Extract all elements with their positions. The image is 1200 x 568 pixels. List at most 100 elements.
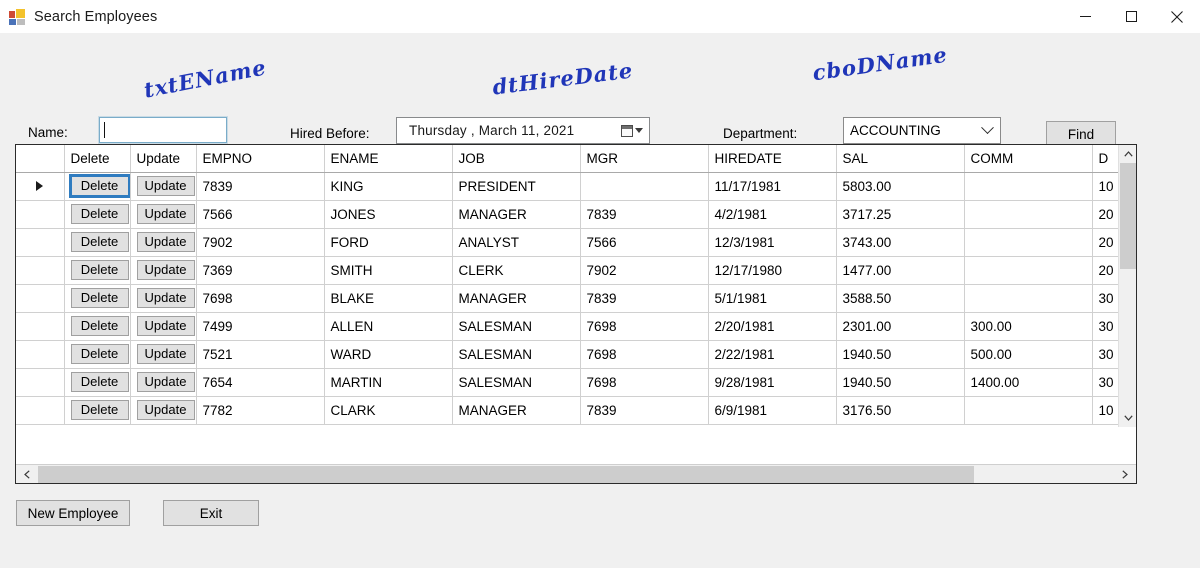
cell-hiredate[interactable]: 2/20/1981: [708, 312, 837, 341]
cell-empno[interactable]: 7698: [196, 284, 325, 313]
delete-row-button[interactable]: Delete: [70, 204, 129, 224]
update-row-button[interactable]: Update: [136, 372, 195, 392]
cell-hiredate[interactable]: 5/1/1981: [708, 284, 837, 313]
cell-sal[interactable]: 1477.00: [836, 256, 965, 285]
row-header-cell[interactable]: [16, 172, 65, 201]
cell-mgr[interactable]: 7698: [580, 312, 709, 341]
update-row-button[interactable]: Update: [136, 400, 195, 420]
hire-date-picker[interactable]: Thursday , March 11, 2021: [396, 117, 650, 144]
cell-sal[interactable]: 3588.50: [836, 284, 965, 313]
cell-delete[interactable]: Delete: [64, 284, 131, 313]
cell-ename[interactable]: JONES: [324, 200, 453, 229]
cell-hiredate[interactable]: 4/2/1981: [708, 200, 837, 229]
cell-comm[interactable]: 300.00: [964, 312, 1093, 341]
column-header-ename[interactable]: ENAME: [324, 145, 453, 173]
cell-sal[interactable]: 1940.50: [836, 368, 965, 397]
cell-ename[interactable]: ALLEN: [324, 312, 453, 341]
cell-delete[interactable]: Delete: [64, 340, 131, 369]
cell-hiredate[interactable]: 2/22/1981: [708, 340, 837, 369]
row-header-cell[interactable]: [16, 228, 65, 257]
cell-ename[interactable]: CLARK: [324, 396, 453, 425]
row-header-cell[interactable]: [16, 396, 65, 425]
cell-delete[interactable]: Delete: [64, 172, 131, 201]
cell-hiredate[interactable]: 12/17/1980: [708, 256, 837, 285]
column-header-delete[interactable]: Delete: [64, 145, 131, 173]
vertical-scroll-track[interactable]: [1119, 163, 1136, 409]
table-row[interactable]: Delete Update 7521 WARD SALESMAN 7698 2/22/198…: [16, 340, 1136, 369]
row-header-cell[interactable]: [16, 200, 65, 229]
delete-row-button[interactable]: Delete: [70, 316, 129, 336]
cell-delete[interactable]: Delete: [64, 228, 131, 257]
cell-hiredate[interactable]: 6/9/1981: [708, 396, 837, 425]
cell-update[interactable]: Update: [130, 396, 197, 425]
cell-job[interactable]: SALESMAN: [452, 368, 581, 397]
calendar-dropdown-button[interactable]: [615, 118, 649, 143]
cell-job[interactable]: SALESMAN: [452, 340, 581, 369]
cell-sal[interactable]: 2301.00: [836, 312, 965, 341]
employees-data-grid[interactable]: Delete Update EMPNO ENAME JOB MGR HIREDA…: [15, 144, 1137, 484]
update-row-button[interactable]: Update: [136, 316, 195, 336]
delete-row-button[interactable]: Delete: [70, 260, 129, 280]
row-header-cell[interactable]: [16, 284, 65, 313]
cell-hiredate[interactable]: 9/28/1981: [708, 368, 837, 397]
update-row-button[interactable]: Update: [136, 204, 195, 224]
cell-mgr[interactable]: 7566: [580, 228, 709, 257]
cell-comm[interactable]: [964, 200, 1093, 229]
row-header-cell[interactable]: [16, 340, 65, 369]
name-input[interactable]: [99, 117, 227, 143]
exit-button[interactable]: Exit: [163, 500, 259, 526]
row-header-cell[interactable]: [16, 368, 65, 397]
cell-comm[interactable]: [964, 172, 1093, 201]
cell-ename[interactable]: FORD: [324, 228, 453, 257]
cell-update[interactable]: Update: [130, 312, 197, 341]
department-combobox[interactable]: ACCOUNTING: [843, 117, 1001, 144]
cell-update[interactable]: Update: [130, 256, 197, 285]
table-row[interactable]: Delete Update 7698 BLAKE MANAGER 7839 5/1/1981…: [16, 284, 1136, 313]
cell-empno[interactable]: 7369: [196, 256, 325, 285]
grid-vertical-scrollbar[interactable]: [1118, 145, 1136, 427]
table-row[interactable]: Delete Update 7654 MARTIN SALESMAN 7698 9/28/1…: [16, 368, 1136, 397]
cell-job[interactable]: MANAGER: [452, 396, 581, 425]
column-header-sal[interactable]: SAL: [836, 145, 965, 173]
scroll-left-icon[interactable]: [16, 465, 38, 483]
cell-job[interactable]: PRESIDENT: [452, 172, 581, 201]
cell-mgr[interactable]: 7839: [580, 200, 709, 229]
update-row-button[interactable]: Update: [136, 344, 195, 364]
row-header-cell[interactable]: [16, 312, 65, 341]
column-header-mgr[interactable]: MGR: [580, 145, 709, 173]
cell-delete[interactable]: Delete: [64, 368, 131, 397]
cell-update[interactable]: Update: [130, 368, 197, 397]
table-row[interactable]: Delete Update 7839 KING PRESIDENT 11/17/1981 5…: [16, 172, 1136, 201]
cell-ename[interactable]: SMITH: [324, 256, 453, 285]
cell-mgr[interactable]: 7698: [580, 340, 709, 369]
scroll-down-icon[interactable]: [1119, 409, 1136, 427]
cell-update[interactable]: Update: [130, 284, 197, 313]
cell-delete[interactable]: Delete: [64, 312, 131, 341]
cell-hiredate[interactable]: 11/17/1981: [708, 172, 837, 201]
cell-sal[interactable]: 3176.50: [836, 396, 965, 425]
cell-job[interactable]: SALESMAN: [452, 312, 581, 341]
cell-mgr[interactable]: 7698: [580, 368, 709, 397]
cell-ename[interactable]: WARD: [324, 340, 453, 369]
cell-ename[interactable]: BLAKE: [324, 284, 453, 313]
table-row[interactable]: Delete Update 7902 FORD ANALYST 7566 12/3/1981…: [16, 228, 1136, 257]
cell-comm[interactable]: [964, 228, 1093, 257]
cell-empno[interactable]: 7902: [196, 228, 325, 257]
delete-row-button[interactable]: Delete: [70, 176, 129, 196]
update-row-button[interactable]: Update: [136, 176, 195, 196]
scroll-right-icon[interactable]: [1114, 465, 1136, 483]
cell-empno[interactable]: 7839: [196, 172, 325, 201]
cell-sal[interactable]: 5803.00: [836, 172, 965, 201]
cell-empno[interactable]: 7654: [196, 368, 325, 397]
cell-mgr[interactable]: 7902: [580, 256, 709, 285]
cell-sal[interactable]: 3743.00: [836, 228, 965, 257]
cell-empno[interactable]: 7566: [196, 200, 325, 229]
vertical-scroll-thumb[interactable]: [1120, 163, 1136, 269]
cell-ename[interactable]: MARTIN: [324, 368, 453, 397]
cell-update[interactable]: Update: [130, 200, 197, 229]
cell-delete[interactable]: Delete: [64, 256, 131, 285]
update-row-button[interactable]: Update: [136, 260, 195, 280]
cell-comm[interactable]: [964, 256, 1093, 285]
cell-mgr[interactable]: 7839: [580, 396, 709, 425]
cell-empno[interactable]: 7499: [196, 312, 325, 341]
